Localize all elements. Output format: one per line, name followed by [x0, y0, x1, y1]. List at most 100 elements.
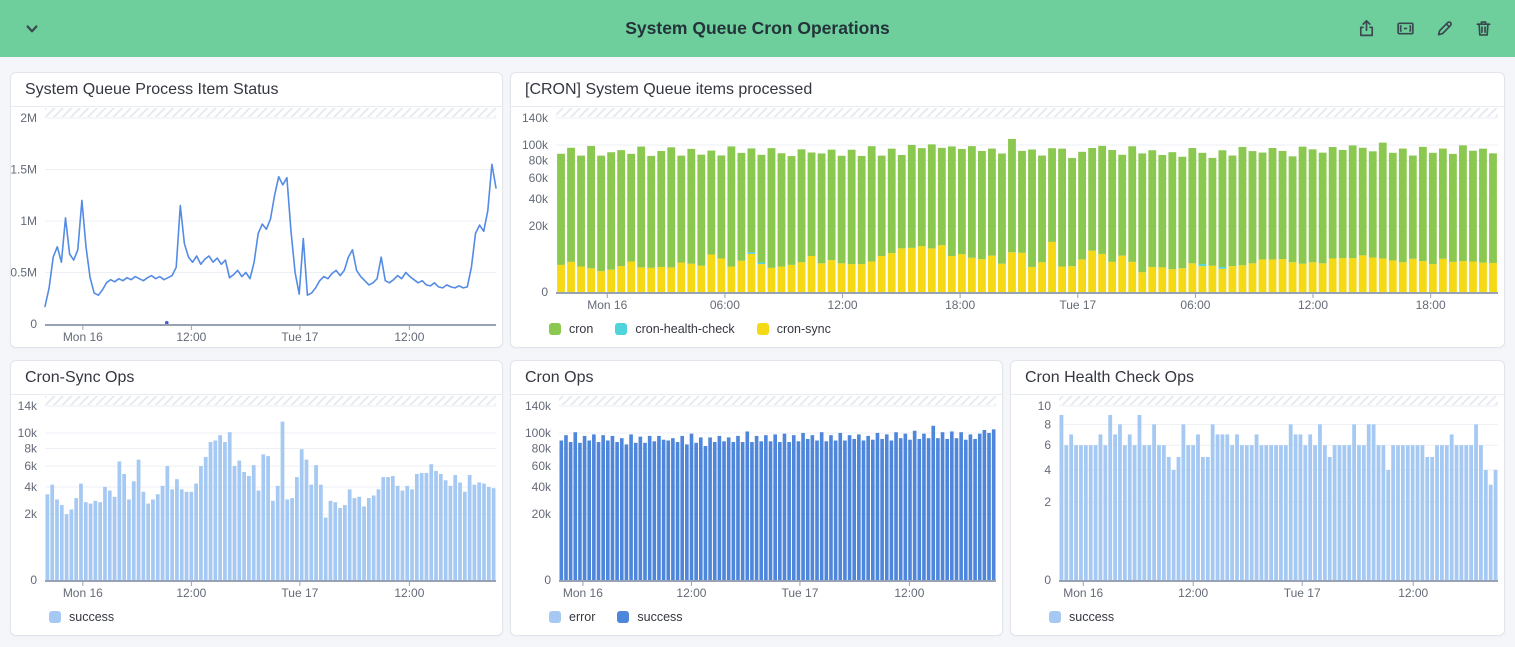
svg-text:40k: 40k	[532, 480, 552, 494]
svg-text:Tue 17: Tue 17	[1284, 586, 1321, 600]
legend-swatch	[49, 611, 61, 623]
collapse-button[interactable]	[18, 15, 46, 43]
svg-text:12:00: 12:00	[1298, 298, 1328, 312]
svg-text:10: 10	[1038, 399, 1052, 413]
svg-text:12:00: 12:00	[828, 298, 858, 312]
cron-items-processed-chart[interactable]: 140k100k80k60k40k20k0Mon 1606:0012:0018:…	[511, 107, 1504, 315]
legend-label: error	[569, 610, 595, 624]
svg-text:140k: 140k	[525, 399, 552, 413]
bar-chart-area: 140k100k80k60k40k20k0Mon 1612:00Tue 1712…	[511, 395, 1002, 603]
svg-text:0: 0	[544, 573, 551, 587]
legend-item-error[interactable]: error	[549, 610, 595, 624]
legend-label: cron-sync	[777, 322, 831, 336]
y-axis-labels: 1086420	[1038, 399, 1052, 587]
legend-swatch	[757, 323, 769, 335]
legend-item-success[interactable]: success	[49, 610, 114, 624]
svg-text:Tue 17: Tue 17	[781, 586, 818, 600]
svg-text:06:00: 06:00	[710, 298, 740, 312]
panel-cron-sync-ops: Cron-Sync Ops 14k10k8k6k4k2k0Mon 1612:00…	[10, 360, 503, 636]
chart-legend: success	[1011, 603, 1504, 635]
svg-text:80k: 80k	[529, 153, 549, 167]
legend-item-success[interactable]: success	[1049, 610, 1114, 624]
x-axis-labels: Mon 1612:00Tue 1712:00	[563, 582, 925, 600]
svg-text:8k: 8k	[24, 441, 38, 455]
chevron-down-icon	[22, 19, 42, 39]
legend-label: cron	[569, 322, 593, 336]
legend-label: success	[637, 610, 682, 624]
svg-text:0: 0	[541, 285, 548, 299]
clone-icon	[1396, 19, 1415, 38]
chart-legend: cron cron-health-check cron-sync	[511, 315, 1504, 347]
panel-title: [CRON] System Queue items processed	[511, 73, 1504, 107]
bar-series-cron[interactable]	[557, 139, 1497, 272]
x-axis-labels: Mon 1612:00Tue 1712:00	[63, 582, 425, 600]
svg-text:6k: 6k	[24, 459, 38, 473]
out-of-domain-hatch	[556, 108, 1498, 117]
edit-button[interactable]	[1431, 15, 1458, 42]
svg-text:12:00: 12:00	[394, 330, 424, 344]
legend-swatch	[549, 323, 561, 335]
svg-text:0: 0	[30, 317, 37, 331]
svg-text:Tue 17: Tue 17	[281, 586, 318, 600]
svg-text:100k: 100k	[522, 138, 549, 152]
panel-system-queue-process-item-status: System Queue Process Item Status 2M1.5M1…	[10, 72, 503, 348]
legend-swatch	[549, 611, 561, 623]
chart-legend: success	[11, 603, 502, 635]
x-axis-labels: Mon 1612:00Tue 1712:00	[1063, 582, 1428, 600]
svg-text:12:00: 12:00	[676, 586, 706, 600]
svg-text:60k: 60k	[529, 171, 549, 185]
legend-swatch	[615, 323, 627, 335]
clone-button[interactable]	[1392, 15, 1419, 42]
svg-text:Tue 17: Tue 17	[1059, 298, 1096, 312]
legend-item-success[interactable]: success	[617, 610, 682, 624]
svg-text:4k: 4k	[24, 480, 38, 494]
legend-label: success	[69, 610, 114, 624]
share-button[interactable]	[1353, 15, 1380, 42]
share-icon	[1357, 19, 1376, 38]
svg-text:Mon 16: Mon 16	[1063, 586, 1103, 600]
svg-text:Mon 16: Mon 16	[63, 330, 103, 344]
stacked-bar-chart-area: 140k100k80k60k40k20k0Mon 1606:0012:0018:…	[511, 107, 1504, 315]
legend-label: success	[1069, 610, 1114, 624]
cron-sync-ops-chart[interactable]: 14k10k8k6k4k2k0Mon 1612:00Tue 1712:00	[11, 395, 502, 603]
svg-text:2: 2	[1044, 495, 1051, 509]
delete-button[interactable]	[1470, 15, 1497, 42]
out-of-domain-hatch	[45, 396, 496, 405]
svg-text:14k: 14k	[18, 399, 38, 413]
y-axis-labels: 2M1.5M1M0.5M0	[11, 111, 37, 331]
line-series-count[interactable]	[45, 164, 496, 306]
svg-text:12:00: 12:00	[894, 586, 924, 600]
legend-item-cron-health-check[interactable]: cron-health-check	[615, 322, 734, 336]
legend-item-cron-sync[interactable]: cron-sync	[757, 322, 831, 336]
panel-cron-ops: Cron Ops 140k100k80k60k40k20k0Mon 1612:0…	[510, 360, 1003, 636]
svg-text:18:00: 18:00	[945, 298, 975, 312]
svg-text:80k: 80k	[532, 441, 552, 455]
svg-text:0: 0	[30, 573, 37, 587]
x-axis-labels: Mon 1606:0012:0018:00Tue 1706:0012:0018:…	[587, 294, 1446, 312]
svg-text:4: 4	[1044, 463, 1051, 477]
legend-swatch	[1049, 611, 1061, 623]
svg-text:0.5M: 0.5M	[11, 266, 37, 280]
bar-series-success[interactable]	[1060, 415, 1498, 580]
panel-cron-system-queue-items-processed: [CRON] System Queue items processed 140k…	[510, 72, 1505, 348]
chart-legend: error success	[511, 603, 1002, 635]
svg-text:12:00: 12:00	[394, 586, 424, 600]
legend-item-cron[interactable]: cron	[549, 322, 593, 336]
legend-swatch	[617, 611, 629, 623]
svg-text:6: 6	[1044, 438, 1051, 452]
bar-chart-area: 1086420Mon 1612:00Tue 1712:00	[1011, 395, 1504, 603]
line-chart-area: 2M1.5M1M0.5M0Mon 1612:00Tue 1712:00	[11, 107, 502, 347]
svg-text:60k: 60k	[532, 459, 552, 473]
bar-series-success[interactable]	[46, 422, 496, 580]
y-axis-labels: 140k100k80k60k40k20k0	[522, 111, 549, 299]
gridlines	[45, 406, 496, 514]
svg-text:40k: 40k	[529, 192, 549, 206]
cron-health-check-ops-chart[interactable]: 1086420Mon 1612:00Tue 1712:00	[1011, 395, 1504, 603]
svg-text:18:00: 18:00	[1416, 298, 1446, 312]
system-queue-process-item-status-chart[interactable]: 2M1.5M1M0.5M0Mon 1612:00Tue 1712:00	[11, 107, 502, 347]
panel-title: Cron Ops	[511, 361, 1002, 395]
cron-ops-chart[interactable]: 140k100k80k60k40k20k0Mon 1612:00Tue 1712…	[511, 395, 1002, 603]
svg-text:12:00: 12:00	[176, 586, 206, 600]
edit-icon	[1435, 19, 1454, 38]
svg-text:20k: 20k	[529, 219, 549, 233]
